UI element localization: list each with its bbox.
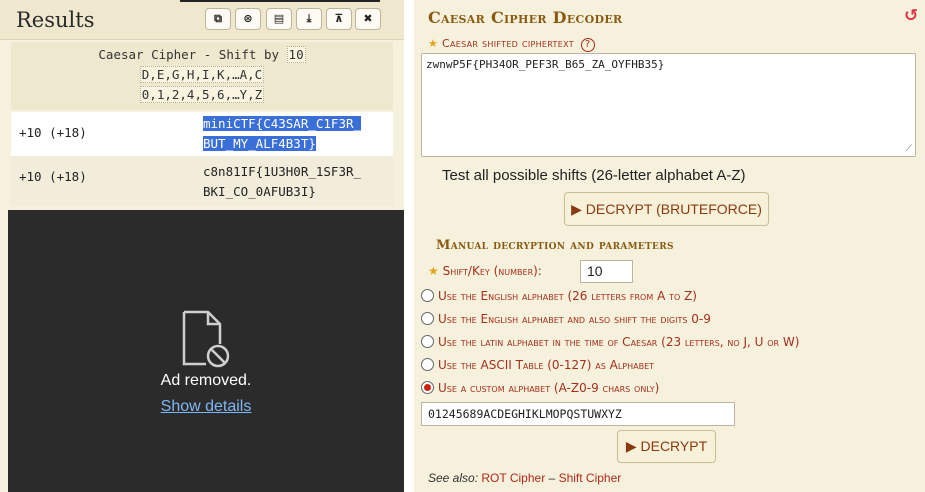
summary-alphabet: D,E,G,H,I,K,…A,C bbox=[139, 66, 265, 83]
results-title: Results bbox=[16, 8, 95, 32]
result-row[interactable]: +10 (+18) c8n81IF{1U3H0R_1SF3R_ BKI_CO_0… bbox=[11, 156, 393, 206]
ad-removed-text: Ad removed. bbox=[160, 372, 252, 389]
ciphertext-label: ★ Caesar shifted ciphertext ? bbox=[428, 37, 595, 52]
radio-button[interactable] bbox=[421, 335, 434, 348]
shift-cipher-link[interactable]: Shift Cipher bbox=[559, 471, 622, 485]
option-label: Use the English alphabet (26 letters fro… bbox=[438, 289, 697, 303]
decoder-panel: Caesar Cipher Decoder ↺ ★ Caesar shifted… bbox=[414, 0, 925, 492]
alphabet-option-english[interactable]: Use the English alphabet (26 letters fro… bbox=[421, 289, 697, 303]
share-icon[interactable]: ⊛ bbox=[235, 8, 261, 30]
print-icon[interactable]: ▤ bbox=[266, 8, 292, 30]
decrypt-button[interactable]: ▶ DECRYPT bbox=[617, 430, 716, 463]
bruteforce-description: Test all possible shifts (26-letter alph… bbox=[442, 167, 746, 184]
see-also-separator: – bbox=[548, 471, 556, 485]
required-star-icon: ★ bbox=[428, 264, 439, 278]
reset-icon[interactable]: ↺ bbox=[904, 6, 918, 26]
shift-key-label-text: Shift/Key (number): bbox=[442, 264, 542, 278]
alphabet-option-latin[interactable]: Use the latin alphabet in the time of Ca… bbox=[421, 335, 799, 349]
results-panel: Results ⧉ ⊛ ▤ ⤓ ⊼ ✖ Caesar Cipher - Shif… bbox=[0, 0, 404, 492]
results-header: Results ⧉ ⊛ ▤ ⤓ ⊼ ✖ bbox=[0, 0, 404, 40]
option-label: Use the ASCII Table (0-127) as Alphabet bbox=[438, 358, 655, 372]
shift-key-input[interactable]: 10 bbox=[580, 260, 633, 283]
cipher-summary: Caesar Cipher - Shift by 10 D,E,G,H,I,K,… bbox=[11, 42, 393, 110]
copy-icon[interactable]: ⧉ bbox=[205, 8, 231, 30]
summary-shifted-alphabet: 0,1,2,4,5,6,…Y,Z bbox=[139, 86, 265, 103]
ad-removed-icon bbox=[182, 310, 230, 368]
result-line: c8n81IF{1U3H0R_1SF3R_ bbox=[203, 164, 362, 179]
result-text[interactable]: miniCTF{C43SAR_C1F3R_ BUT_MY_ALF4B3T} bbox=[203, 114, 393, 154]
ad-placeholder: Ad removed. Show details bbox=[8, 210, 404, 492]
radio-button-selected[interactable] bbox=[421, 381, 434, 394]
close-icon[interactable]: ✖ bbox=[355, 8, 381, 30]
radio-button[interactable] bbox=[421, 312, 434, 325]
summary-shift: 10 bbox=[286, 46, 306, 63]
option-label: Use the latin alphabet in the time of Ca… bbox=[438, 335, 800, 349]
radio-button[interactable] bbox=[421, 289, 434, 302]
result-row[interactable]: +10 (+18) miniCTF{C43SAR_C1F3R_ BUT_MY_A… bbox=[11, 112, 393, 156]
help-icon[interactable]: ? bbox=[580, 38, 595, 52]
shift-key-label: ★ Shift/Key (number): bbox=[428, 264, 542, 278]
ciphertext-value: zwnwP5F{PH34OR_PEF3R_B65_ZA_OYFHB35} bbox=[426, 58, 665, 71]
result-line: miniCTF{C43SAR_C1F3R_ bbox=[203, 116, 362, 131]
result-text[interactable]: c8n81IF{1U3H0R_1SF3R_ BKI_CO_0AFUB3I} bbox=[203, 162, 393, 202]
alphabet-option-english-digits[interactable]: Use the English alphabet and also shift … bbox=[421, 312, 711, 326]
show-details-link[interactable]: Show details bbox=[8, 398, 404, 416]
pin-icon[interactable]: ⊼ bbox=[326, 8, 352, 30]
option-label: Use a custom alphabet (A-Z0-9 chars only… bbox=[438, 381, 660, 395]
alphabet-option-ascii[interactable]: Use the ASCII Table (0-127) as Alphabet bbox=[421, 358, 654, 372]
download-icon[interactable]: ⤓ bbox=[296, 8, 322, 30]
required-star-icon: ★ bbox=[428, 37, 439, 50]
radio-button[interactable] bbox=[421, 358, 434, 371]
see-also: See also: ROT Cipher – Shift Cipher bbox=[428, 471, 621, 485]
custom-alphabet-input[interactable]: 01245689ACDEGHIKLMOPQSTUWXYZ bbox=[421, 402, 735, 426]
manual-section-title: Manual decryption and parameters bbox=[436, 238, 674, 253]
bruteforce-decrypt-button[interactable]: ▶ DECRYPT (BRUTEFORCE) bbox=[564, 192, 769, 226]
result-shift: +10 (+18) bbox=[19, 125, 87, 140]
option-label: Use the English alphabet and also shift … bbox=[438, 312, 711, 326]
rot-cipher-link[interactable]: ROT Cipher bbox=[481, 471, 545, 485]
alphabet-option-custom[interactable]: Use a custom alphabet (A-Z0-9 chars only… bbox=[421, 381, 659, 395]
result-line: BKI_CO_0AFUB3I} bbox=[203, 184, 316, 199]
result-line: BUT_MY_ALF4B3T} bbox=[203, 136, 316, 151]
header-divider bbox=[180, 0, 380, 2]
ciphertext-input[interactable]: zwnwP5F{PH34OR_PEF3R_B65_ZA_OYFHB35} ⟋ bbox=[421, 53, 916, 157]
resize-handle-icon[interactable]: ⟋ bbox=[906, 144, 912, 154]
decoder-title: Caesar Cipher Decoder bbox=[428, 8, 623, 27]
summary-text: Caesar Cipher - Shift by bbox=[98, 47, 280, 62]
ciphertext-label-text: Caesar shifted ciphertext bbox=[441, 37, 574, 50]
result-shift: +10 (+18) bbox=[19, 169, 87, 184]
see-also-prefix: See also: bbox=[428, 471, 479, 485]
